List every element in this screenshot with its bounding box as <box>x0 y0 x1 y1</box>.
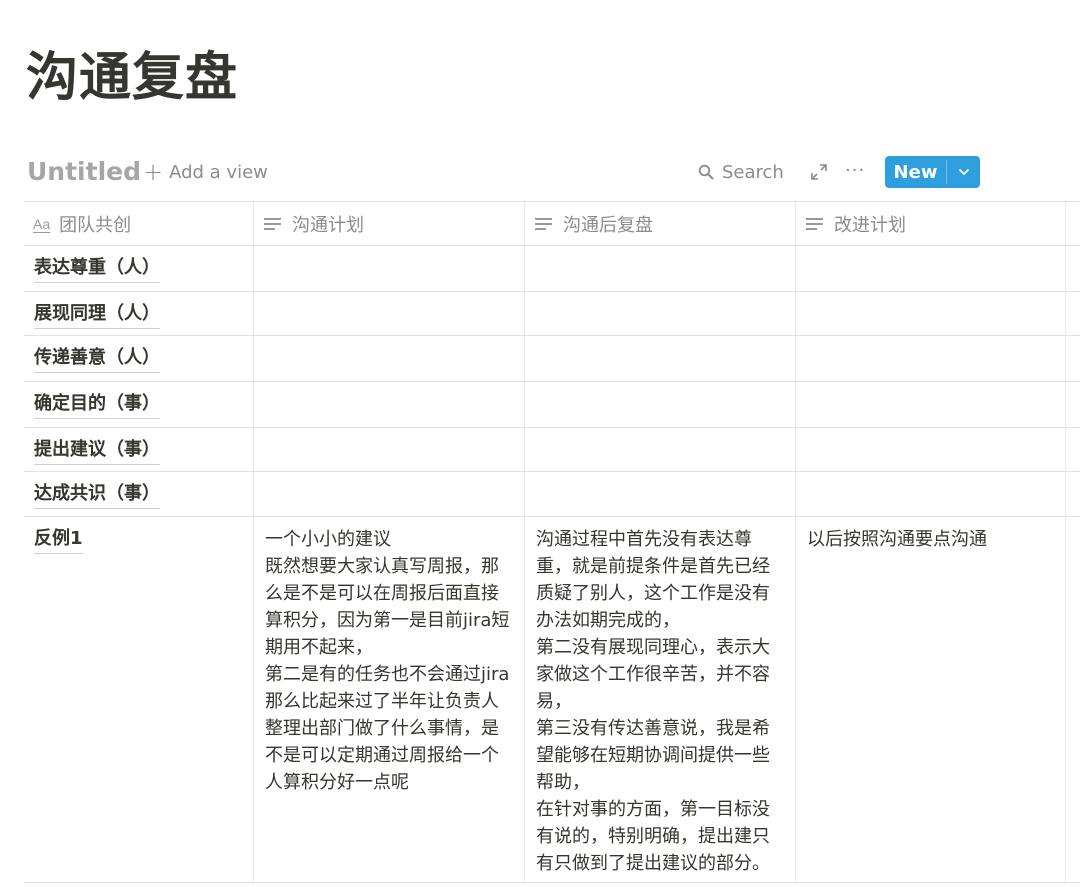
new-button-label[interactable]: New <box>885 156 946 188</box>
table-row: 传递善意（人） <box>24 336 1080 381</box>
review-cell[interactable] <box>525 336 796 381</box>
improve-cell[interactable] <box>796 382 1066 427</box>
search-button[interactable]: Search <box>698 158 784 186</box>
column-header-plan[interactable]: 沟通计划 <box>254 202 525 246</box>
review-cell[interactable] <box>525 428 796 472</box>
table-row: 表达尊重（人） <box>24 246 1080 291</box>
review-cell[interactable]: 沟通过程中首先没有表达尊重，就是前提条件是首先已经质疑了别人，这个工作是没有办法… <box>525 517 796 883</box>
improve-cell[interactable]: 以后按照沟通要点沟通 <box>796 517 1066 883</box>
search-icon <box>698 164 714 180</box>
page-title: 沟通复盘 <box>26 48 239 108</box>
text-lines-icon <box>806 218 823 230</box>
database-title[interactable]: Untitled <box>27 155 141 189</box>
row-name-cell[interactable]: 展现同理（人） <box>24 292 254 335</box>
table-extra-column <box>1066 472 1080 517</box>
column-header-title[interactable]: Aa 团队共创 <box>24 202 254 246</box>
plan-cell[interactable] <box>254 472 525 517</box>
table-extra-column <box>1066 517 1080 883</box>
text-lines-icon <box>535 218 552 230</box>
plan-cell[interactable] <box>254 292 525 335</box>
text-lines-icon <box>264 218 281 230</box>
table-row: 反例1 一个小小的建议 既然想要大家认真写周报，那么是不是可以在周报后面直接算积… <box>24 517 1080 883</box>
plus-icon: + <box>143 158 164 186</box>
new-button: New <box>885 156 980 188</box>
improve-cell[interactable] <box>796 472 1066 517</box>
expand-icon[interactable] <box>809 162 829 182</box>
row-name-cell[interactable]: 表达尊重（人） <box>24 246 254 291</box>
row-name[interactable]: 提出建议（事） <box>34 438 160 465</box>
database-toolbar: Untitled + Add a view Search ··· New <box>0 150 1080 194</box>
row-name[interactable]: 达成共识（事） <box>34 482 160 509</box>
table-row: 提出建议（事） <box>24 428 1080 472</box>
column-header-label: 团队共创 <box>59 215 132 236</box>
column-header-label: 沟通后复盘 <box>563 215 653 236</box>
table-row: 达成共识（事） <box>24 472 1080 517</box>
table-extra-column <box>1066 292 1080 335</box>
review-cell[interactable] <box>525 246 796 291</box>
plan-cell[interactable]: 一个小小的建议 既然想要大家认真写周报，那么是不是可以在周报后面直接算积分，因为… <box>254 517 525 883</box>
chevron-down-icon <box>958 168 969 176</box>
row-name-cell[interactable]: 达成共识（事） <box>24 472 254 517</box>
table-header-row: Aa 团队共创 沟通计划 沟通后复盘 改进计划 <box>24 202 1080 246</box>
aa-title-icon: Aa <box>33 216 51 232</box>
column-header-label: 沟通计划 <box>292 215 364 236</box>
plan-cell[interactable] <box>254 382 525 427</box>
search-label: Search <box>722 161 784 183</box>
row-divider <box>24 882 1080 883</box>
improve-cell[interactable] <box>796 246 1066 291</box>
improve-cell[interactable] <box>796 292 1066 335</box>
table-extra-column <box>1066 336 1080 381</box>
plan-cell[interactable] <box>254 428 525 472</box>
more-options-icon[interactable]: ··· <box>845 160 865 181</box>
column-header-review[interactable]: 沟通后复盘 <box>525 202 796 246</box>
column-header-improve[interactable]: 改进计划 <box>796 202 1066 246</box>
row-name-cell[interactable]: 提出建议（事） <box>24 428 254 472</box>
table-extra-column <box>1066 202 1080 246</box>
new-dropdown-button[interactable] <box>947 156 980 188</box>
table-extra-column <box>1066 428 1080 472</box>
row-name[interactable]: 展现同理（人） <box>34 302 160 329</box>
review-cell[interactable] <box>525 292 796 335</box>
plan-cell[interactable] <box>254 246 525 291</box>
review-cell[interactable] <box>525 472 796 517</box>
row-name[interactable]: 传递善意（人） <box>34 346 160 373</box>
row-name[interactable]: 表达尊重（人） <box>34 256 160 283</box>
table-extra-column <box>1066 382 1080 427</box>
row-name[interactable]: 确定目的（事） <box>34 392 160 419</box>
column-header-label: 改进计划 <box>834 215 906 236</box>
row-name[interactable]: 反例1 <box>34 527 83 554</box>
add-view-button[interactable]: + Add a view <box>143 158 268 186</box>
improve-cell[interactable] <box>796 336 1066 381</box>
table-row: 确定目的（事） <box>24 382 1080 427</box>
plan-cell[interactable] <box>254 336 525 381</box>
improve-cell[interactable] <box>796 428 1066 472</box>
add-view-label: Add a view <box>169 161 268 183</box>
row-name-cell[interactable]: 反例1 <box>24 517 254 883</box>
row-name-cell[interactable]: 传递善意（人） <box>24 336 254 381</box>
row-name-cell[interactable]: 确定目的（事） <box>24 382 254 427</box>
review-cell[interactable] <box>525 382 796 427</box>
table-row: 展现同理（人） <box>24 292 1080 335</box>
table-extra-column <box>1066 246 1080 291</box>
